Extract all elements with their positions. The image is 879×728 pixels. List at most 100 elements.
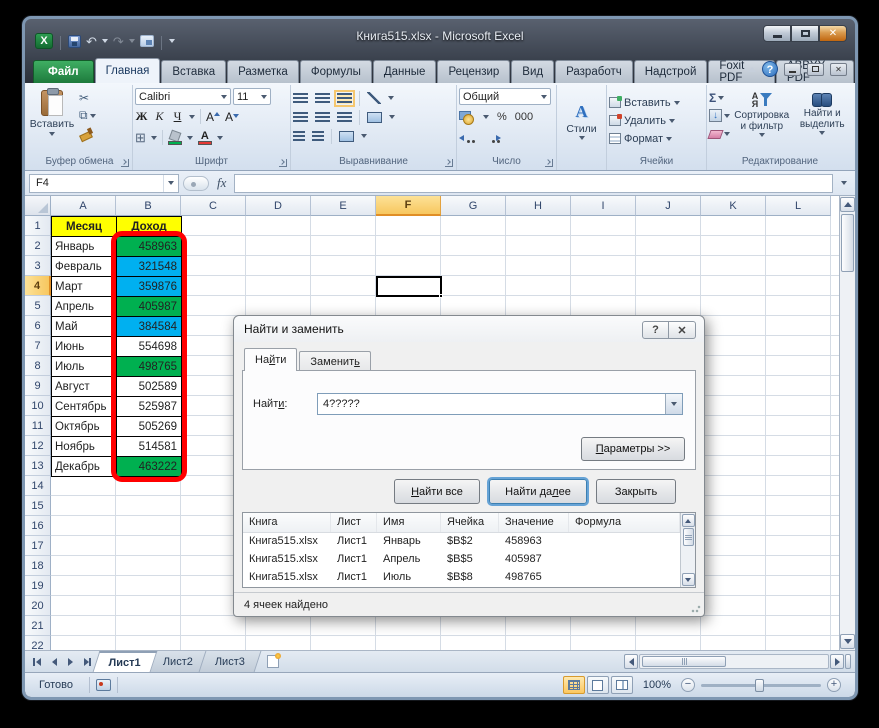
row-header[interactable]: 21	[25, 616, 51, 636]
column-header[interactable]: I	[571, 196, 636, 216]
font-family-select[interactable]: Calibri	[135, 88, 231, 105]
title-bar[interactable]: X ↶ ↷ Книга515.xlsx - Microsoft Excel ✕	[25, 19, 855, 57]
active-cell-selection[interactable]	[376, 276, 442, 297]
tab-review[interactable]: Рецензир	[437, 60, 510, 83]
merge-center-icon[interactable]	[339, 131, 354, 142]
increase-indent-icon[interactable]	[312, 131, 324, 142]
row-header[interactable]: 9	[25, 376, 51, 396]
format-painter-icon[interactable]	[79, 127, 92, 140]
paste-dropdown-icon[interactable]	[49, 132, 55, 136]
results-header[interactable]: Лист	[331, 513, 377, 532]
formula-bar-handle[interactable]	[183, 176, 209, 191]
align-right-icon[interactable]	[337, 112, 352, 123]
column-header[interactable]: J	[636, 196, 701, 216]
accounting-format-icon[interactable]	[459, 110, 475, 123]
styles-icon[interactable]: А	[575, 102, 587, 122]
row-header[interactable]: 3	[25, 256, 51, 276]
row-header[interactable]: 18	[25, 556, 51, 576]
cell-month[interactable]: Ноябрь	[52, 437, 117, 457]
restore-button[interactable]	[791, 25, 819, 42]
italic-button[interactable]: К	[153, 109, 166, 124]
row-header-selected[interactable]: 4	[25, 276, 51, 296]
row-header[interactable]: 15	[25, 496, 51, 516]
number-format-select[interactable]: Общий	[459, 88, 551, 105]
result-row[interactable]: Книга515.xlsxЛист1 Апрель$B$5 405987	[243, 551, 680, 569]
row-header[interactable]: 5	[25, 296, 51, 316]
row-header[interactable]: 19	[25, 576, 51, 596]
fill-color-icon[interactable]	[168, 131, 182, 145]
fill-handle[interactable]	[439, 294, 443, 298]
row-header[interactable]: 2	[25, 236, 51, 256]
help-icon[interactable]: ?	[762, 61, 778, 77]
tab-split-handle[interactable]	[845, 654, 851, 669]
result-row[interactable]: Книга515.xlsxЛист1 Июль$B$8 498765	[243, 569, 680, 587]
column-header[interactable]: A	[51, 196, 116, 216]
results-header[interactable]: Формула	[569, 513, 680, 532]
zoom-out-button[interactable]: −	[681, 678, 695, 692]
row-header[interactable]: 14	[25, 476, 51, 496]
header-cell-month[interactable]: Месяц	[52, 217, 117, 237]
find-select-button[interactable]: Найти и выделить	[794, 89, 852, 155]
wrap-dropdown-icon[interactable]	[389, 115, 395, 119]
workbook-minimize-button[interactable]	[784, 63, 801, 76]
macro-record-icon[interactable]	[96, 679, 111, 691]
scroll-left-button[interactable]	[624, 654, 638, 669]
alignment-dialog-launcher-icon[interactable]	[445, 159, 453, 167]
align-left-icon[interactable]	[293, 112, 308, 123]
cell-month[interactable]: Февраль	[52, 257, 117, 277]
vertical-scroll-thumb[interactable]	[841, 214, 854, 272]
horizontal-scrollbar[interactable]	[624, 651, 855, 672]
tab-developer[interactable]: Разработч	[555, 60, 633, 83]
minimize-button[interactable]	[763, 25, 791, 42]
sort-filter-button[interactable]: А Я Сортировка и фильтр	[733, 89, 791, 155]
clear-icon[interactable]	[707, 130, 723, 139]
expand-formula-bar-icon[interactable]	[837, 174, 851, 193]
name-box[interactable]: F4	[29, 174, 179, 193]
delete-cells-button[interactable]: Удалить	[609, 113, 704, 128]
cut-icon[interactable]: ✂	[79, 91, 89, 105]
orientation-icon[interactable]	[367, 92, 381, 104]
scroll-down-button[interactable]	[840, 634, 855, 649]
font-color-icon[interactable]: А	[198, 131, 212, 145]
column-header-selected[interactable]: F	[376, 196, 441, 216]
results-scroll-down-icon[interactable]	[682, 573, 695, 586]
borders-icon[interactable]: ⊞	[135, 130, 146, 146]
name-box-dropdown-icon[interactable]	[163, 175, 178, 192]
row-header[interactable]: 1	[25, 216, 51, 236]
fill-dropdown-icon[interactable]	[724, 114, 730, 118]
select-all-corner[interactable]	[25, 196, 51, 216]
page-break-view-button[interactable]	[611, 676, 633, 694]
scroll-right-button[interactable]	[830, 654, 844, 669]
find-next-button[interactable]: Найти далее	[489, 479, 587, 504]
clear-dropdown-icon[interactable]	[724, 132, 730, 136]
align-top-icon[interactable]	[293, 93, 308, 104]
results-header[interactable]: Значение	[499, 513, 569, 532]
first-sheet-icon[interactable]	[31, 655, 45, 669]
styles-dropdown-icon[interactable]	[579, 136, 585, 140]
bold-button[interactable]: Ж	[135, 109, 148, 124]
tab-data[interactable]: Данные	[373, 60, 437, 83]
cell-month[interactable]: Июль	[52, 357, 117, 377]
row-header[interactable]: 11	[25, 416, 51, 436]
increase-decimal-icon[interactable]	[459, 132, 475, 144]
paste-button[interactable]: Вставить	[29, 86, 75, 155]
row-header[interactable]: 8	[25, 356, 51, 376]
results-header[interactable]: Ячейка	[441, 513, 499, 532]
normal-view-button[interactable]	[563, 676, 585, 694]
column-header[interactable]: H	[506, 196, 571, 216]
cell-month[interactable]: Август	[52, 377, 117, 397]
percent-style-button[interactable]: %	[497, 111, 507, 123]
column-header[interactable]: K	[701, 196, 766, 216]
horizontal-scroll-track[interactable]	[639, 654, 829, 669]
results-scrollbar[interactable]	[680, 513, 695, 587]
next-sheet-icon[interactable]	[63, 655, 77, 669]
row-header[interactable]: 12	[25, 436, 51, 456]
cell-month[interactable]: Сентябрь	[52, 397, 117, 417]
underline-dropdown-icon[interactable]	[189, 115, 195, 119]
align-center-icon[interactable]	[315, 112, 330, 123]
copy-dropdown-icon[interactable]	[90, 114, 96, 118]
autosum-icon[interactable]: Σ	[709, 91, 716, 105]
align-bottom-icon[interactable]	[337, 93, 352, 104]
insert-function-button[interactable]: fx	[213, 175, 230, 191]
align-middle-icon[interactable]	[315, 93, 330, 104]
